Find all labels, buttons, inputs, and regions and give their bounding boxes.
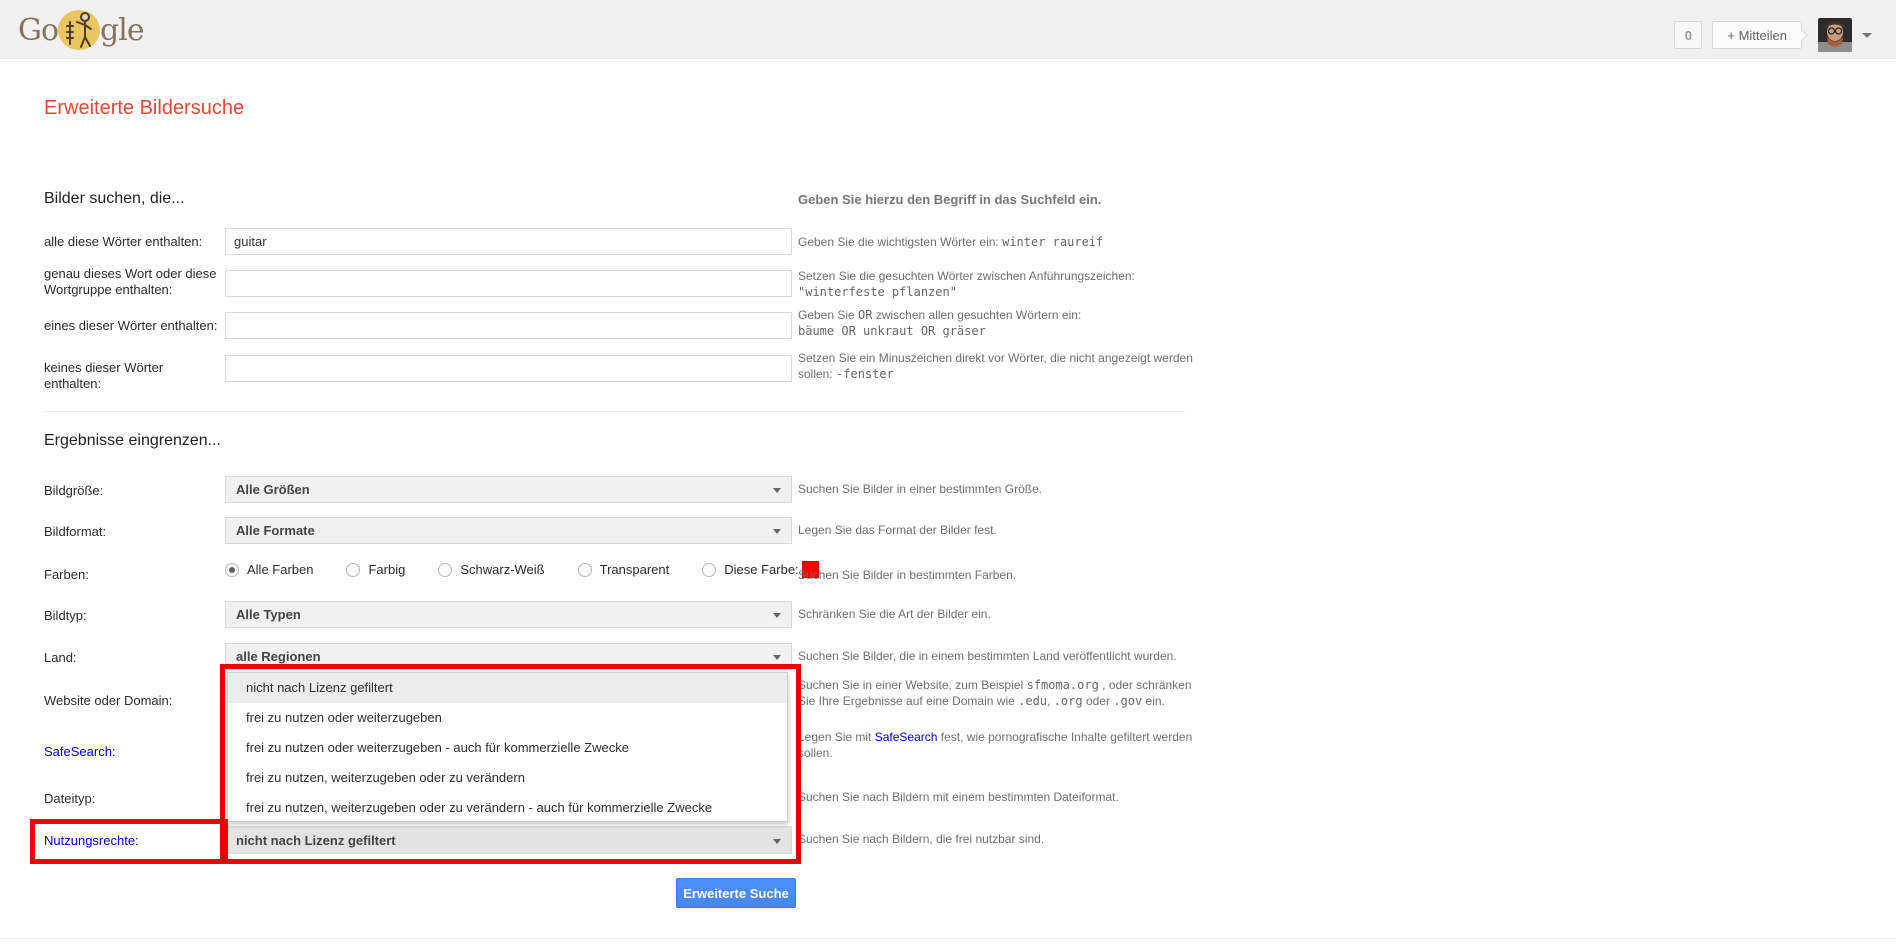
label-region: Land: (44, 650, 222, 666)
logo-text-right: gle (100, 13, 144, 48)
usage-rights-dropdown-list: nicht nach Lizenz gefiltert frei zu nutz… (227, 672, 788, 822)
help-image-size: Suchen Sie Bilder in einer bestimmten Gr… (798, 481, 1198, 497)
google-logo[interactable]: Go gle (18, 6, 144, 54)
footer-divider (0, 938, 1896, 939)
share-button[interactable]: + Mitteilen (1712, 21, 1802, 49)
image-size-select[interactable]: Alle Größen (225, 476, 792, 503)
radio-icon (346, 563, 360, 577)
find-section-heading: Bilder suchen, die... (44, 190, 185, 208)
chevron-down-icon (773, 655, 781, 660)
help-file-type: Suchen Sie nach Bildern mit einem bestim… (798, 789, 1198, 805)
page-title: Erweiterte Bildersuche (44, 97, 244, 120)
usage-rights-value: nicht nach Lizenz gefiltert (236, 833, 396, 848)
aspect-ratio-select[interactable]: Alle Formate (225, 517, 792, 544)
chevron-down-icon (773, 488, 781, 493)
header-actions: 0 + Mitteilen (1674, 18, 1872, 52)
label-all-words: alle diese Wörter enthalten: (44, 234, 222, 250)
none-words-input[interactable] (225, 355, 792, 382)
usage-rights-link[interactable]: Nutzungsrechte: (44, 833, 222, 849)
radio-icon (578, 563, 592, 577)
help-safesearch: Legen Sie mit SafeSearch fest, wie porno… (798, 729, 1198, 761)
help-exact-phrase: Setzen Sie die gesuchten Wörter zwischen… (798, 268, 1198, 300)
section-divider (44, 411, 1185, 412)
chevron-down-icon (773, 529, 781, 534)
any-words-input[interactable] (225, 312, 792, 339)
advanced-image-search-page: Go gle 0 + Mitteilen (0, 0, 1896, 946)
license-option-reuse-commercial[interactable]: frei zu nutzen oder weiterzugeben - auch… (228, 733, 787, 763)
help-region: Suchen Sie Bilder, die in einem bestimmt… (798, 648, 1198, 664)
license-option-reuse[interactable]: frei zu nutzen oder weiterzugeben (228, 703, 787, 733)
label-site-domain: Website oder Domain: (44, 693, 222, 709)
logo-text-left: Go (18, 13, 58, 48)
license-option-reuse-modify[interactable]: frei zu nutzen, weiterzugeben oder zu ve… (228, 763, 787, 793)
avatar-photo-icon (1818, 18, 1852, 52)
aspect-ratio-value: Alle Formate (236, 523, 315, 538)
radio-all-colors[interactable]: Alle Farben (225, 562, 313, 577)
radio-this-color[interactable]: Diese Farbe: (702, 562, 798, 577)
help-any-words: Geben Sie OR zwischen allen gesuchten Wö… (798, 307, 1198, 339)
help-usage-rights: Suchen Sie nach Bildern, die frei nutzba… (798, 831, 1198, 847)
label-file-type: Dateityp: (44, 791, 222, 807)
radio-color[interactable]: Farbig (346, 562, 405, 577)
license-option-unfiltered[interactable]: nicht nach Lizenz gefiltert (228, 673, 787, 703)
image-type-select[interactable]: Alle Typen (225, 601, 792, 628)
chevron-down-icon[interactable] (1862, 33, 1872, 38)
radio-transparent[interactable]: Transparent (578, 562, 670, 577)
label-image-size: Bildgröße: (44, 483, 222, 499)
usage-rights-select[interactable]: nicht nach Lizenz gefiltert (225, 826, 792, 854)
help-aspect-ratio: Legen Sie das Format der Bilder fest. (798, 522, 1198, 538)
exact-phrase-input[interactable] (225, 270, 792, 297)
help-image-type: Schränken Sie die Art der Bilder ein. (798, 606, 1198, 622)
safesearch-link[interactable]: SafeSearch: (44, 744, 222, 760)
all-words-input[interactable] (225, 228, 792, 255)
chevron-down-icon (773, 613, 781, 618)
label-none-words: keines dieser Wörter enthalten: (44, 360, 222, 392)
notification-count-button[interactable]: 0 (1674, 21, 1702, 49)
radio-icon (702, 563, 716, 577)
help-site-domain: Suchen Sie in einer Website, zum Beispie… (798, 677, 1198, 709)
radio-icon (438, 563, 452, 577)
label-aspect-ratio: Bildformat: (44, 524, 222, 540)
label-image-type: Bildtyp: (44, 608, 222, 624)
image-type-value: Alle Typen (236, 607, 301, 622)
chevron-down-icon (773, 839, 781, 844)
narrow-section-heading: Ergebnisse eingrenzen... (44, 432, 221, 450)
label-exact-phrase: genau dieses Wort oder diese Wortgruppe … (44, 266, 222, 298)
label-any-words: eines dieser Wörter enthalten: (44, 318, 222, 334)
region-value: alle Regionen (236, 649, 321, 664)
radio-selected-icon (225, 563, 239, 577)
license-option-reuse-modify-commercial[interactable]: frei zu nutzen, weiterzugeben oder zu ve… (228, 793, 787, 823)
help-all-words: Geben Sie die wichtigsten Wörter ein: wi… (798, 234, 1198, 250)
advanced-search-button[interactable]: Erweiterte Suche (676, 878, 796, 908)
help-heading: Geben Sie hierzu den Begriff in das Such… (798, 192, 1218, 207)
image-size-value: Alle Größen (236, 482, 310, 497)
radio-black-white[interactable]: Schwarz-Weiß (438, 562, 544, 577)
region-select[interactable]: alle Regionen (225, 643, 792, 670)
label-colors: Farben: (44, 567, 222, 583)
color-radio-group: Alle Farben Farbig Schwarz-Weiß Transpar… (225, 561, 819, 578)
avatar[interactable] (1818, 18, 1852, 52)
help-none-words: Setzen Sie ein Minuszeichen direkt vor W… (798, 350, 1198, 382)
top-bar: Go gle 0 + Mitteilen (0, 0, 1896, 59)
doodle-icon (56, 8, 102, 52)
help-colors: Suchen Sie Bilder in bestimmten Farben. (798, 567, 1198, 583)
